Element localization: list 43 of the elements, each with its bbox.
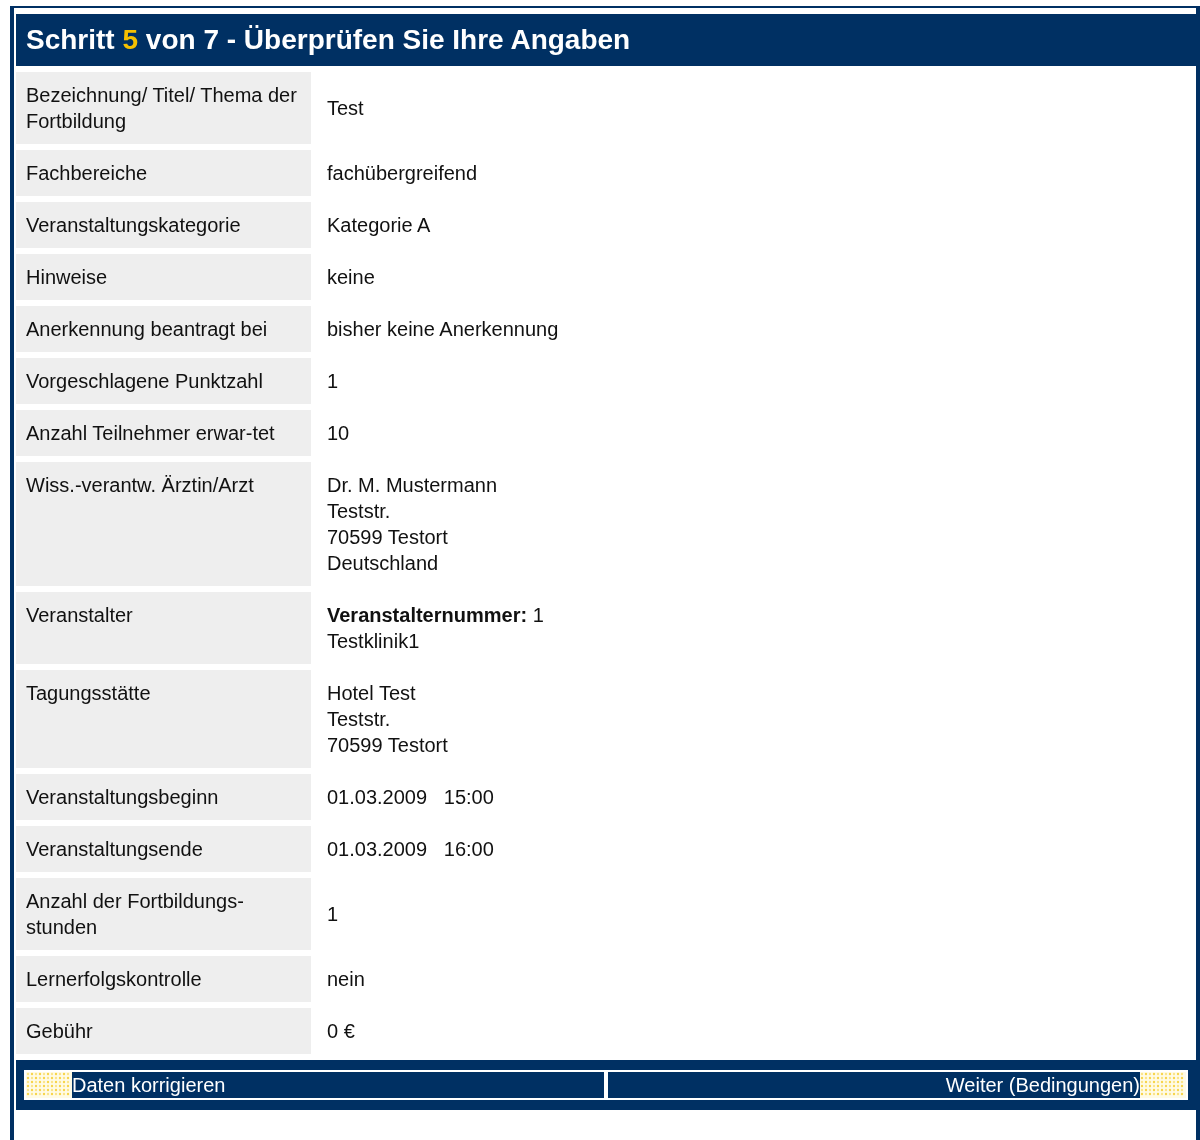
back-button[interactable]: Daten korrigieren: [24, 1070, 606, 1100]
heading-text: von 7 - Überprüfen Sie Ihre Angaben: [145, 24, 631, 55]
field-value: 70599 Testort: [327, 733, 449, 758]
next-button[interactable]: Weiter (Bedingungen): [606, 1070, 1188, 1100]
field-value: 1: [327, 369, 340, 394]
field-label: Veranstaltungskategorie: [16, 202, 311, 248]
field-value: Teststr.: [327, 707, 392, 732]
field-label: Fachbereiche: [16, 150, 311, 196]
field-value: Teststr.: [327, 499, 392, 524]
field-value: Hotel Test: [327, 681, 417, 706]
heading-text: Schritt: [26, 24, 115, 55]
field-value: 10: [327, 421, 351, 446]
field-label: Wiss.-verantw. Ärztin/Arzt: [16, 462, 311, 586]
field-label: Tagungsstätte: [16, 670, 311, 768]
field-label: Vorgeschlagene Punktzahl: [16, 358, 311, 404]
field-value: Kategorie A: [327, 213, 432, 238]
field-value: 01.03.2009 15:00: [327, 785, 495, 810]
step-number: 5: [122, 24, 139, 55]
field-value: 1: [327, 902, 340, 927]
field-value: fachübergreifend: [327, 161, 479, 186]
field-value: Dr. M. Mustermann: [327, 473, 499, 498]
field-value: 70599 Testort: [327, 525, 449, 550]
field-value: 01.03.2009 16:00: [327, 837, 495, 862]
field-value: Testklinik1: [327, 629, 421, 654]
field-label: Lernerfolgskontrolle: [16, 956, 311, 1002]
field-label: Hinweise: [16, 254, 311, 300]
field-value: keine: [327, 265, 376, 290]
field-label: Gebühr: [16, 1008, 311, 1054]
dotted-pattern-icon: [1140, 1072, 1186, 1098]
field-label: Veranstaltungsbeginn: [16, 774, 311, 820]
field-label: Anzahl Teilnehmer erwar-tet: [16, 410, 311, 456]
field-label: Bezeichnung/ Titel/ Thema der Fortbildung: [16, 72, 311, 144]
field-label: Veranstaltungsende: [16, 826, 311, 872]
field-value: 0 €: [327, 1019, 356, 1044]
field-label: Veranstalter: [16, 592, 311, 664]
field-value: Test: [327, 96, 365, 121]
field-label: Anzahl der Fortbildungs-stunden: [16, 878, 311, 950]
field-value: Veranstalternummer: 1: [327, 603, 545, 628]
field-label: Anerkennung beantragt bei: [16, 306, 311, 352]
dotted-pattern-icon: [26, 1072, 72, 1098]
field-value: bisher keine Anerkennung: [327, 317, 560, 342]
field-value: nein: [327, 967, 366, 992]
field-value: Deutschland: [327, 551, 440, 576]
